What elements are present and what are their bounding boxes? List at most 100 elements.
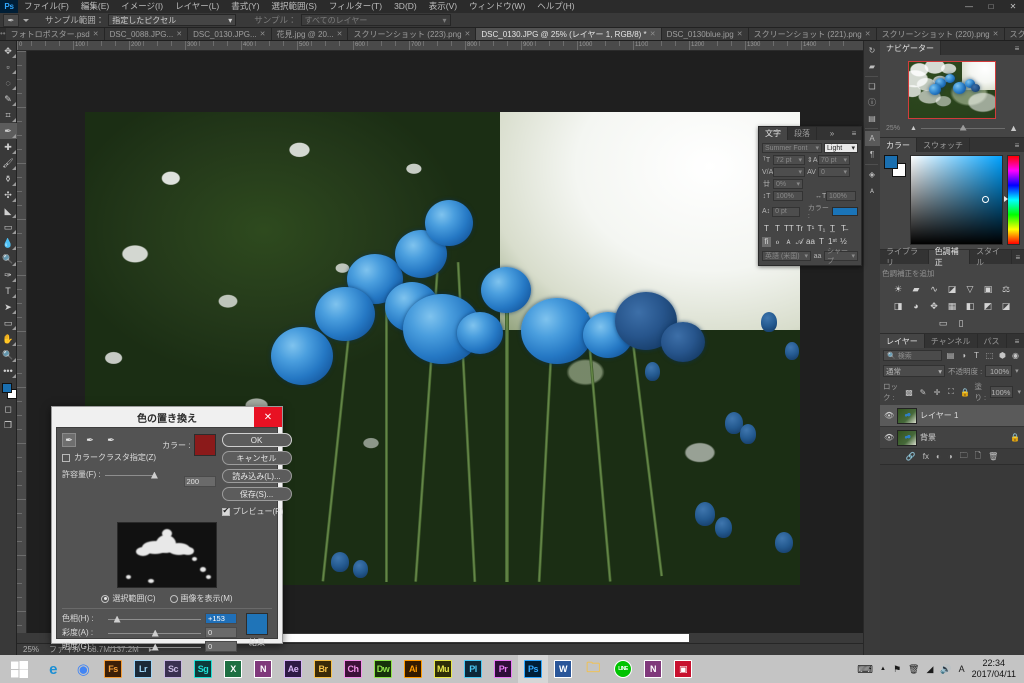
menu-書式y[interactable]: 書式(Y) xyxy=(225,0,265,13)
adobe-dreamweaver-icon[interactable]: Dw xyxy=(368,655,398,683)
link-layers-icon[interactable]: 🔗 xyxy=(906,452,916,461)
filter-type-icon[interactable]: T xyxy=(971,350,982,361)
eyedropper-icon[interactable]: ✒ xyxy=(62,433,76,447)
menu-レイヤーl[interactable]: レイヤー(L) xyxy=(169,0,225,13)
marquee-tool[interactable]: ▫ xyxy=(0,59,17,75)
foreground-color-swatch[interactable] xyxy=(1,383,12,393)
type-style-button-7[interactable]: T̶ xyxy=(839,224,848,233)
chevron-down-icon[interactable]: ▾ xyxy=(1017,388,1021,396)
replace-color-dialog[interactable]: 色の置き換え ✕ ✒ ✒ ✒ カラークラスタ指定(Z) 許容量(F): カラー… xyxy=(51,406,292,652)
opentype-button-0[interactable]: fi xyxy=(762,237,771,247)
close-icon[interactable]: ✕ xyxy=(260,30,266,38)
spot-healing-tool[interactable]: ✚ xyxy=(0,139,17,155)
hue-input[interactable]: +153 xyxy=(205,613,237,624)
hand-tool[interactable]: ✋ xyxy=(0,331,17,347)
properties-icon[interactable]: ▤ xyxy=(865,111,880,126)
close-button[interactable]: ✕ xyxy=(1002,0,1024,13)
tracking-input[interactable]: 0 ▾ xyxy=(818,167,850,177)
color-swatches[interactable] xyxy=(0,381,17,401)
result-color-swatch[interactable] xyxy=(246,613,268,635)
lightness-slider[interactable] xyxy=(108,642,201,652)
radio-image-button[interactable] xyxy=(169,594,178,603)
character-icon[interactable]: A xyxy=(864,131,880,146)
selective-color-icon[interactable]: ▯ xyxy=(955,317,967,329)
levels-icon[interactable]: ▰ xyxy=(910,283,922,295)
volume-icon[interactable]: 🔊 xyxy=(940,664,951,675)
close-icon[interactable]: ✕ xyxy=(650,30,656,38)
opentype-button-4[interactable]: aa xyxy=(806,237,815,247)
eyedropper-add-icon[interactable]: ✒ xyxy=(83,433,97,447)
text-color-swatch[interactable] xyxy=(832,207,858,216)
type-tool[interactable]: T xyxy=(0,283,17,299)
line-icon[interactable]: LINE xyxy=(608,655,638,683)
adobe-scout-icon[interactable]: Sc xyxy=(158,655,188,683)
layer-thumbnail[interactable] xyxy=(897,429,917,446)
type-style-button-5[interactable]: T₁ xyxy=(817,224,826,233)
close-icon[interactable]: ✕ xyxy=(737,30,743,38)
dialog-close-button[interactable]: ✕ xyxy=(254,407,282,427)
new-group-icon[interactable]: 🗀 xyxy=(960,450,968,464)
type-style-button-2[interactable]: TT xyxy=(784,224,794,233)
path-selection-tool[interactable]: ➤ xyxy=(0,299,17,315)
menu-イメージi[interactable]: イメージ(I) xyxy=(115,0,169,13)
layer-style-icon[interactable]: fx xyxy=(923,452,929,461)
eyedropper-tool[interactable]: ✒ xyxy=(0,123,17,139)
lock-image-icon[interactable]: ✎ xyxy=(917,387,928,398)
vibrance-icon[interactable]: ▽ xyxy=(964,283,976,295)
eye-icon[interactable]: 👁 xyxy=(884,433,894,442)
channel-mixer-icon[interactable]: ✥ xyxy=(928,300,940,312)
ok-button[interactable]: OK xyxy=(221,433,292,447)
source-color-swatch[interactable] xyxy=(193,434,216,456)
pen-tool[interactable]: ✑ xyxy=(0,267,17,283)
document-tab-6[interactable]: DSC_0130blue.jpg ✕ xyxy=(661,28,749,40)
lock-position-icon[interactable]: ✛ xyxy=(931,387,942,398)
cancel-button[interactable]: キャンセル xyxy=(221,451,292,465)
gradient-map-icon[interactable]: ▭ xyxy=(937,317,949,329)
delete-layer-icon[interactable]: 🗑 xyxy=(988,452,998,461)
horizontal-scale-input[interactable]: 100% xyxy=(826,191,856,201)
saturation-input[interactable]: 0 xyxy=(205,627,237,638)
hue-slider[interactable] xyxy=(108,614,201,624)
document-tab-4[interactable]: スクリーンショット (223).png ✕ xyxy=(348,28,477,40)
menu-表示v[interactable]: 表示(V) xyxy=(423,0,463,13)
rectangle-tool[interactable]: ▭ xyxy=(0,315,17,331)
preview-checkbox[interactable] xyxy=(221,506,230,516)
tab-swatches[interactable]: スウォッチ xyxy=(917,138,970,152)
taskbar-clock[interactable]: 22:34 2017/04/11 xyxy=(972,658,1018,680)
navigator-thumbnail[interactable] xyxy=(908,61,996,119)
adobe-bridge-icon[interactable]: Br xyxy=(308,655,338,683)
info-icon[interactable]: ⓘ xyxy=(865,95,880,110)
sample-select[interactable]: すべてのレイヤー ▾ xyxy=(300,14,451,26)
chevron-down-icon[interactable]: ▾ xyxy=(1015,367,1019,375)
fuzziness-input[interactable]: 200 xyxy=(183,476,216,487)
lock-artboard-icon[interactable]: ⛶ xyxy=(945,387,956,398)
opentype-button-1[interactable]: ℴ xyxy=(773,237,782,247)
lasso-tool[interactable]: ◌ xyxy=(0,75,17,91)
navigator-zoom-slider[interactable] xyxy=(920,124,1006,133)
panel-menu-icon[interactable]: ≡ xyxy=(1010,41,1024,55)
opentype-button-2[interactable]: ᴀ xyxy=(784,237,793,247)
network-icon[interactable]: ◢ xyxy=(926,664,933,675)
move-tool[interactable]: ✥ xyxy=(0,43,17,59)
type-style-button-4[interactable]: T¹ xyxy=(806,224,815,233)
close-icon[interactable]: ✕ xyxy=(93,30,99,38)
font-size-input[interactable]: 72 pt ▾ xyxy=(773,155,805,165)
microsoft-excel-icon[interactable]: X xyxy=(218,655,248,683)
type-style-button-0[interactable]: T xyxy=(762,224,771,233)
tab-styles[interactable]: スタイル xyxy=(970,247,1012,267)
adobe-prelude-icon[interactable]: Pl xyxy=(458,655,488,683)
adobe-fuse-icon[interactable]: Fs xyxy=(98,655,128,683)
panel-menu-icon[interactable]: ≡ xyxy=(1012,250,1024,264)
microsoft-onenote-icon[interactable]: N xyxy=(248,655,278,683)
menu-選択範囲s[interactable]: 選択範囲(S) xyxy=(266,0,323,13)
filter-pixel-icon[interactable]: ▤ xyxy=(945,350,956,361)
menu-編集e[interactable]: 編集(E) xyxy=(75,0,115,13)
tab-paragraph[interactable]: 段落 xyxy=(788,127,817,140)
lightness-input[interactable]: 0 xyxy=(205,641,237,652)
close-icon[interactable]: ✕ xyxy=(993,30,999,38)
start-button[interactable] xyxy=(0,655,38,683)
document-tab-1[interactable]: DSC_0088.JPG... ✕ xyxy=(104,28,189,40)
tab-paths[interactable]: パス xyxy=(977,334,1007,348)
microsoft-onenote-2-icon[interactable]: N xyxy=(638,655,668,683)
opentype-button-5[interactable]: T xyxy=(817,237,826,247)
